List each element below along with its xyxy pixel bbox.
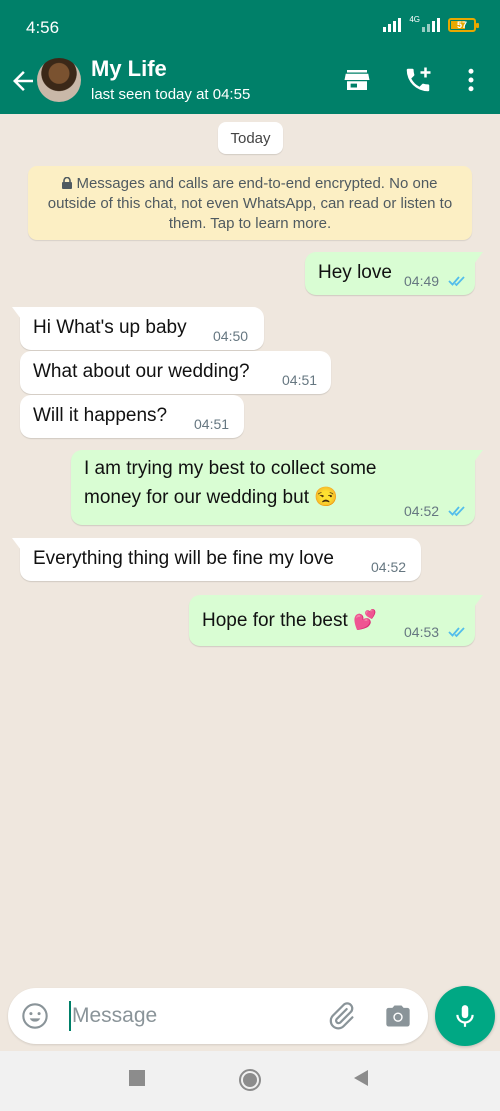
arrow-left-icon[interactable] [8, 66, 38, 96]
paperclip-icon[interactable] [326, 1001, 356, 1031]
voice-message-button[interactable] [435, 986, 495, 1046]
message-text: Hey love [318, 262, 392, 283]
signal-icon-2 [422, 16, 440, 32]
message-bubble-incoming[interactable]: What about our wedding? 04:51 [20, 351, 331, 394]
message-time: 04:51 [194, 416, 230, 432]
network-type: 4G [409, 15, 420, 24]
encryption-notice[interactable]: Messages and calls are end-to-end encryp… [28, 166, 472, 240]
message-text: Hi What's up baby [33, 317, 187, 338]
date-chip: Today [218, 122, 283, 154]
message-bubble-outgoing[interactable]: I am trying my best to collect some mone… [71, 450, 483, 525]
message-time: 04:51 [282, 372, 318, 388]
message-text: Will it happens? [33, 405, 168, 426]
more-vertical-icon[interactable] [456, 65, 486, 95]
double-check-icon [448, 276, 465, 287]
message-bubble-outgoing[interactable]: Hey love 04:49 [305, 252, 483, 295]
contact-last-seen[interactable]: last seen today at 04:55 [91, 86, 250, 103]
text-cursor [69, 1001, 71, 1031]
double-check-icon [448, 627, 465, 638]
add-call-icon[interactable] [403, 65, 433, 95]
encryption-notice-text: Messages and calls are end-to-end encryp… [47, 175, 453, 232]
system-navigation-bar [0, 1051, 500, 1111]
message-input[interactable] [72, 1000, 312, 1032]
emoji-icon[interactable] [21, 1002, 49, 1030]
message-time: 04:52 [404, 503, 440, 519]
message-text: I am trying my best to collect some mone… [84, 458, 377, 508]
double-check-icon [448, 506, 465, 517]
lock-icon [62, 177, 73, 189]
message-time: 04:50 [213, 328, 249, 344]
message-text: Everything thing will be fine my love [33, 548, 334, 569]
message-composer [8, 988, 428, 1044]
home-icon[interactable] [238, 1068, 262, 1092]
back-nav-icon[interactable] [352, 1069, 370, 1087]
store-icon[interactable] [342, 65, 372, 95]
status-bar: 4:56 4G 57 [0, 0, 500, 52]
signal-icon [383, 16, 402, 32]
message-text: Hope for the best 💕 [202, 610, 377, 631]
message-time: 04:52 [371, 559, 407, 575]
camera-icon[interactable] [384, 1002, 412, 1030]
chat-header: My Life last seen today at 04:55 [0, 52, 500, 114]
message-time: 04:49 [404, 273, 440, 289]
status-time: 4:56 [26, 18, 60, 37]
microphone-icon [456, 1005, 474, 1027]
message-bubble-outgoing[interactable]: Hope for the best 💕 04:53 [189, 595, 483, 646]
status-icons: 4G 57 [383, 15, 479, 32]
avatar[interactable] [37, 58, 81, 102]
chat-area[interactable]: Today Messages and calls are end-to-end … [0, 114, 500, 980]
recents-icon[interactable] [128, 1069, 146, 1087]
battery-icon: 57 [448, 18, 479, 32]
battery-level: 57 [456, 20, 467, 30]
message-bubble-incoming[interactable]: Will it happens? 04:51 [20, 395, 244, 438]
message-time: 04:53 [404, 624, 440, 640]
contact-name[interactable]: My Life [91, 56, 167, 82]
message-bubble-incoming[interactable]: Everything thing will be fine my love 04… [12, 538, 421, 581]
message-text: What about our wedding? [33, 361, 250, 382]
message-bubble-incoming[interactable]: Hi What's up baby 04:50 [12, 307, 264, 350]
